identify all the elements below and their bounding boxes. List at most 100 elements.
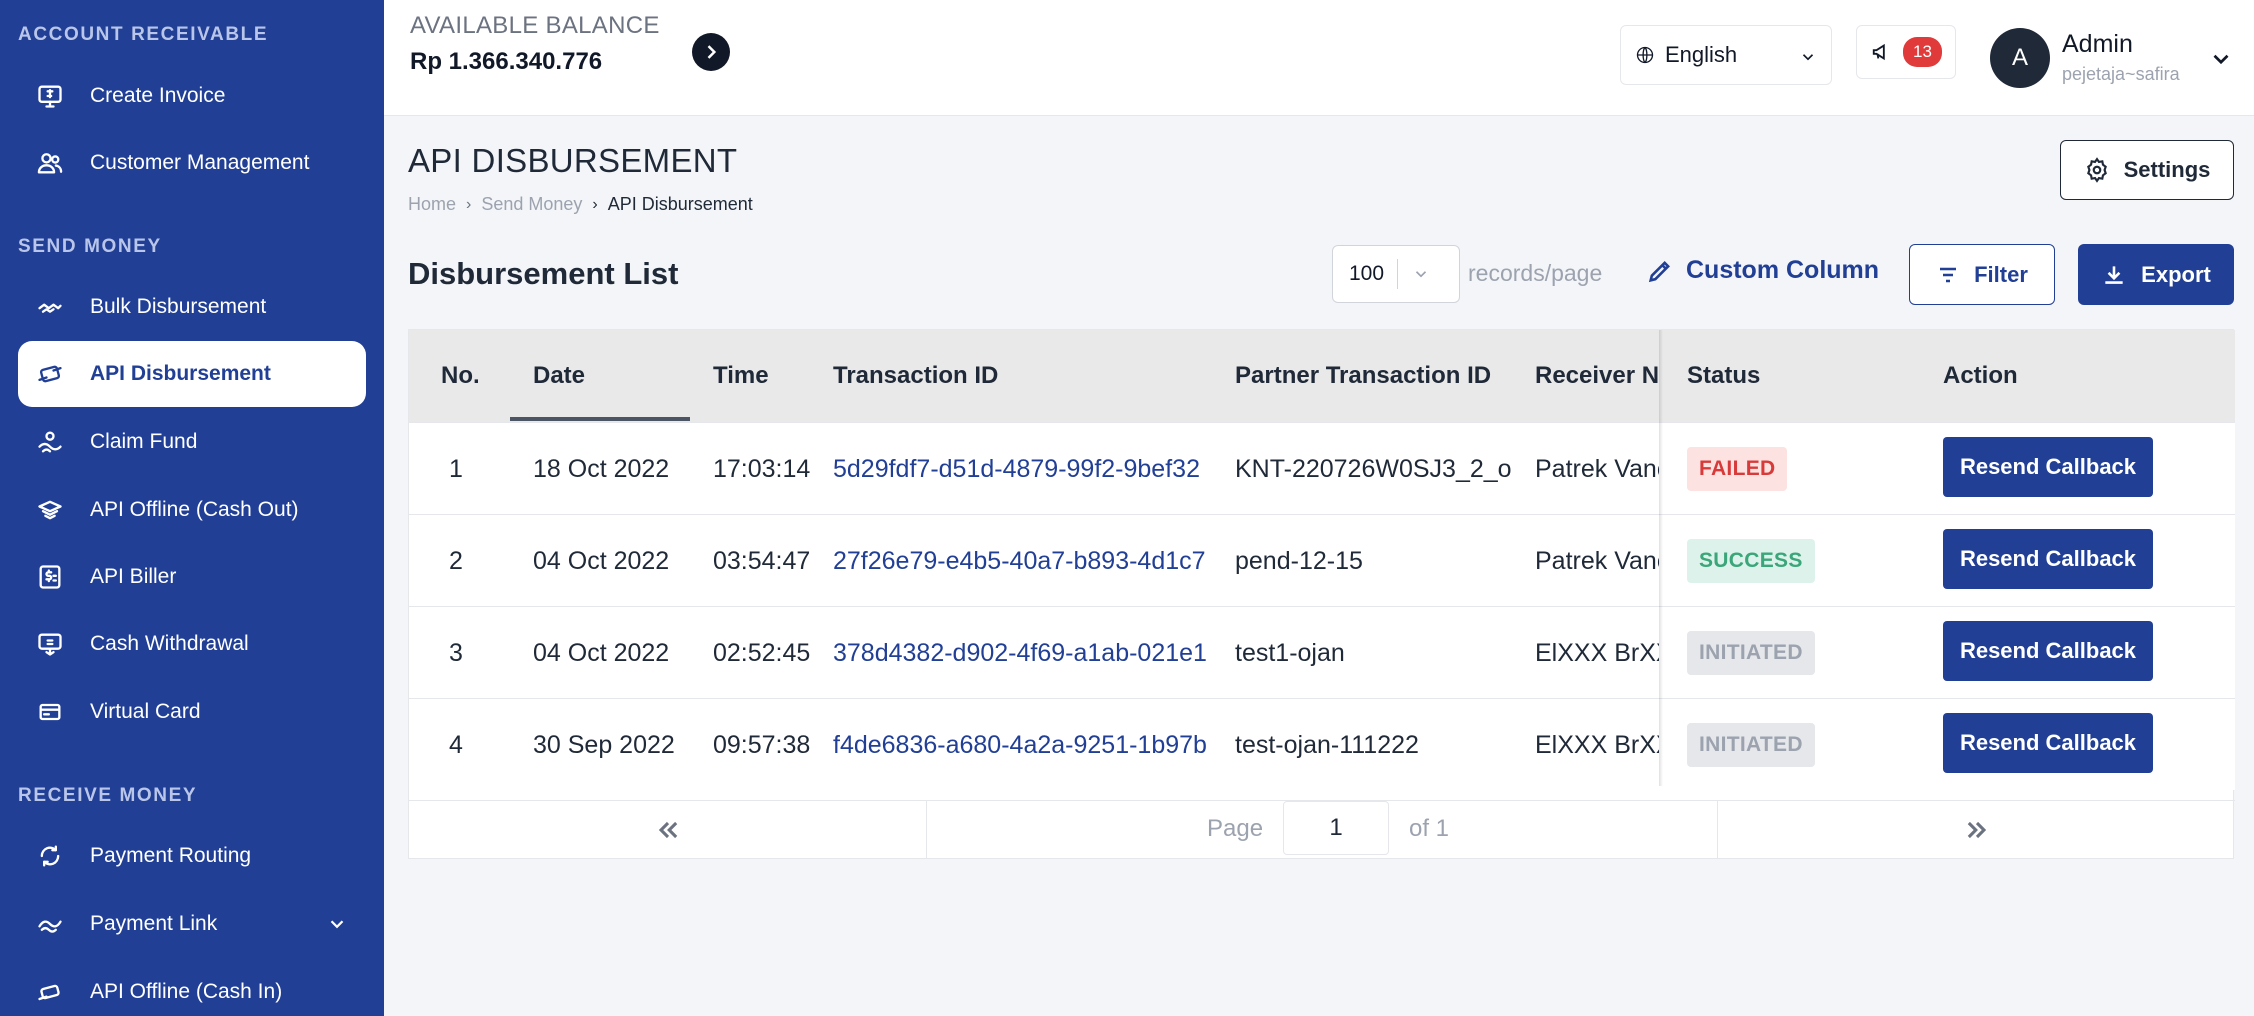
sidebar-item-virtual-card[interactable]: Virtual Card: [18, 679, 366, 745]
language-select[interactable]: English: [1620, 25, 1832, 85]
sidebar-item-api-offline-cash-in[interactable]: API Offline (Cash In): [18, 959, 366, 1016]
cell-transaction-id[interactable]: 5d29fdf7-d51d-4879-99f2-9bef32: [833, 455, 1221, 484]
previous-page-button[interactable]: [409, 801, 927, 859]
section-title-receive-money: RECEIVE MONEY: [18, 785, 198, 806]
export-button[interactable]: Export: [2078, 244, 2234, 305]
sidebar-item-payment-routing[interactable]: Payment Routing: [18, 823, 366, 889]
filter-button[interactable]: Filter: [1909, 244, 2055, 305]
sidebar-item-api-disbursement[interactable]: API Disbursement: [18, 341, 366, 407]
page-title: API DISBURSEMENT: [408, 142, 738, 179]
chevron-down-icon: [1412, 265, 1430, 283]
cell-time: 17:03:14: [713, 455, 811, 483]
cash-out-icon: [36, 496, 64, 524]
section-title-send-money: SEND MONEY: [18, 236, 162, 257]
topbar: AVAILABLE BALANCE Rp 1.366.340.776 Engli…: [384, 0, 2254, 116]
breadcrumb-send-money[interactable]: Send Money: [481, 194, 582, 215]
cell-no: 1: [449, 455, 463, 483]
settings-label: Settings: [2123, 157, 2211, 182]
header-receiver-name: Receiver Na: [1535, 362, 1659, 389]
sidebar-item-label: API Offline (Cash In): [90, 980, 283, 1003]
sidebar-item-api-biller[interactable]: API Biller: [18, 544, 366, 610]
sidebar-item-label: API Disbursement: [90, 362, 271, 385]
chevron-down-icon[interactable]: [326, 913, 348, 935]
sidebar-item-label: Payment Link: [90, 912, 218, 935]
table-row: 2 04 Oct 2022 03:54:47 27f26e79-e4b5-40a…: [409, 514, 2235, 606]
breadcrumb-home[interactable]: Home: [408, 194, 456, 215]
status-badge: FAILED: [1687, 447, 1788, 491]
export-label: Export: [2141, 261, 2211, 287]
resend-callback-button[interactable]: Resend Callback: [1943, 529, 2153, 589]
routing-icon: [36, 842, 64, 870]
cell-transaction-id[interactable]: 27f26e79-e4b5-40a7-b893-4d1c7: [833, 547, 1221, 576]
table-row: 3 04 Oct 2022 02:52:45 378d4382-d902-4f6…: [409, 606, 2235, 698]
sort-indicator: [510, 417, 690, 421]
cell-date: 04 Oct 2022: [533, 639, 670, 667]
cell-receiver-name: ElXXX BrXX: [1535, 639, 1659, 667]
cell-time: 09:57:38: [713, 731, 811, 759]
card-icon: [36, 698, 64, 726]
sidebar-item-label: API Biller: [90, 565, 177, 588]
records-per-page-value: 100: [1349, 262, 1385, 285]
header-time: Time: [713, 362, 769, 389]
table-row: 4 30 Sep 2022 09:57:38 f4de6836-a680-4a2…: [409, 698, 2235, 790]
sidebar-item-api-offline-cash-out[interactable]: API Offline (Cash Out): [18, 477, 366, 543]
balance-title: AVAILABLE BALANCE: [410, 12, 660, 39]
sidebar-item-cash-withdrawal[interactable]: Cash Withdrawal: [18, 611, 366, 677]
custom-column-button[interactable]: Custom Column: [1646, 256, 1879, 285]
chevron-right-icon: ›: [466, 195, 472, 213]
records-per-page-select[interactable]: 100: [1332, 245, 1460, 303]
cell-date: 30 Sep 2022: [533, 731, 675, 759]
resend-callback-button[interactable]: Resend Callback: [1943, 713, 2153, 773]
records-per-page-label: records/page: [1468, 260, 1603, 286]
cell-date: 04 Oct 2022: [533, 547, 670, 575]
cell-no: 3: [449, 639, 463, 667]
cash-withdrawal-icon: [36, 630, 64, 658]
cell-time: 03:54:47: [713, 547, 811, 575]
header-no: No.: [441, 362, 480, 389]
next-page-button[interactable]: [1717, 801, 2235, 859]
section-title-account-receivable: ACCOUNT RECEIVABLE: [18, 24, 269, 45]
cash-in-icon: [36, 978, 64, 1006]
sidebar-item-customer-management[interactable]: Customer Management: [18, 130, 366, 196]
sidebar-item-payment-link[interactable]: Payment Link: [18, 891, 366, 957]
avatar[interactable]: A: [1990, 28, 2050, 88]
gear-icon: [2086, 157, 2107, 183]
sidebar-item-label: Payment Routing: [90, 844, 252, 867]
table-header: No. Date Time Transaction ID Partner Tra…: [409, 330, 2235, 422]
sidebar: ACCOUNT RECEIVABLE Create Invoice Custom…: [0, 0, 384, 1016]
status-badge: SUCCESS: [1687, 539, 1815, 583]
resend-callback-button[interactable]: Resend Callback: [1943, 621, 2153, 681]
resend-callback-button[interactable]: Resend Callback: [1943, 437, 2153, 497]
sticky-column-shadow: [1659, 330, 1663, 786]
page-number-input[interactable]: [1283, 801, 1389, 855]
cell-no: 4: [449, 731, 463, 759]
language-value: English: [1665, 42, 1738, 67]
sidebar-item-claim-fund[interactable]: Claim Fund: [18, 409, 366, 475]
cell-transaction-id[interactable]: 378d4382-d902-4f69-a1ab-021e1: [833, 639, 1221, 668]
breadcrumb: Home › Send Money › API Disbursement: [408, 194, 753, 215]
sidebar-item-label: API Offline (Cash Out): [90, 498, 299, 521]
chevron-right-icon: [707, 45, 717, 59]
cell-partner-transaction-id: test-ojan-111222: [1235, 731, 1419, 759]
custom-column-label: Custom Column: [1686, 256, 1880, 284]
cell-receiver-name: Patrek Vanc: [1535, 547, 1659, 575]
cell-receiver-name: ElXXX BrXX: [1535, 731, 1659, 759]
sidebar-item-label: Customer Management: [90, 151, 310, 174]
settings-button[interactable]: Settings: [2060, 140, 2234, 200]
breadcrumb-current: API Disbursement: [607, 194, 753, 214]
cell-transaction-id[interactable]: f4de6836-a680-4a2a-9251-1b97b: [833, 731, 1221, 760]
double-chevron-left-icon: [658, 821, 677, 839]
balance-detail-button[interactable]: [692, 33, 730, 71]
sidebar-item-bulk-disbursement[interactable]: Bulk Disbursement: [18, 274, 366, 340]
double-chevron-right-icon: [1967, 821, 1986, 839]
pencil-icon: [1648, 260, 1670, 282]
notification-button[interactable]: 13: [1856, 25, 1956, 79]
disbursement-table: No. Date Time Transaction ID Partner Tra…: [408, 329, 2235, 859]
chevron-down-icon[interactable]: [2208, 46, 2234, 72]
cell-date: 18 Oct 2022: [533, 455, 670, 483]
page-total: of 1: [1409, 815, 1450, 842]
cell-time: 02:52:45: [713, 639, 811, 667]
sidebar-item-create-invoice[interactable]: Create Invoice: [18, 63, 366, 129]
header-date[interactable]: Date: [533, 362, 585, 390]
header-action: Action: [1943, 362, 2018, 389]
